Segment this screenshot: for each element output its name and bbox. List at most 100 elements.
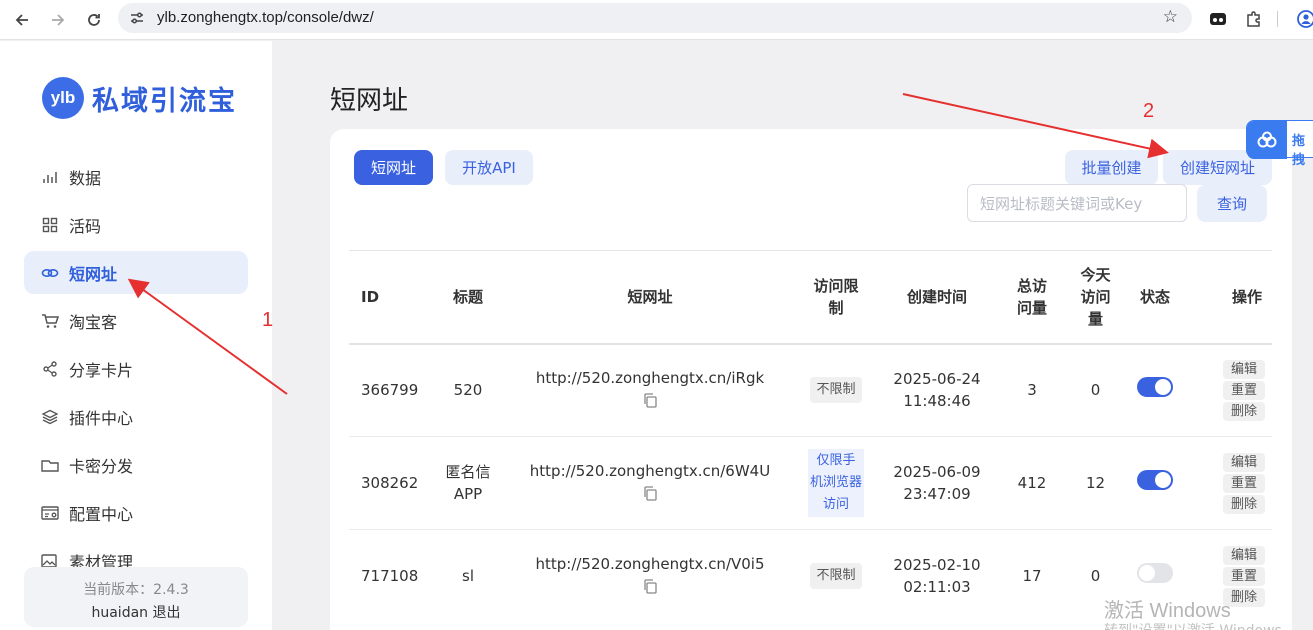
url-text[interactable]: ylb.zonghengtx.top/console/dwz/ bbox=[157, 9, 374, 26]
logo-badge: ylb bbox=[42, 77, 84, 119]
sidebar-item-shorturl[interactable]: 短网址 bbox=[24, 251, 248, 294]
delete-button[interactable]: 删除 bbox=[1223, 494, 1265, 514]
sidebar-item-data[interactable]: 数据 bbox=[24, 155, 248, 198]
version-text: 当前版本：2.4.3 bbox=[83, 582, 189, 598]
browser-toolbar: ylb.zonghengtx.top/console/dwz/ ☆ bbox=[0, 0, 1313, 40]
shorturl-text[interactable]: http://520.zonghengtx.cn/iRgk bbox=[505, 367, 795, 389]
search-input[interactable]: 短网址标题关键词或Key bbox=[967, 184, 1187, 222]
logo[interactable]: ylb 私域引流宝 bbox=[42, 77, 237, 119]
row-status bbox=[1124, 437, 1186, 530]
tab-openapi[interactable]: 开放API bbox=[445, 150, 533, 185]
row-total: 412 bbox=[1017, 474, 1047, 492]
layers-icon bbox=[41, 408, 59, 426]
sidebar-item-config[interactable]: 配置中心 bbox=[24, 491, 248, 534]
row-created: 2025-06-24 11:48:46 bbox=[893, 370, 981, 411]
row-actions: 编辑 重置 删除 bbox=[1186, 344, 1272, 437]
delete-button[interactable]: 删除 bbox=[1223, 401, 1265, 421]
col-id: ID bbox=[361, 287, 380, 306]
table-row: 366799 520 http://520.zonghengtx.cn/iRgk… bbox=[349, 343, 1272, 437]
col-today-visits: 今天 访问量 bbox=[1080, 265, 1111, 328]
row-title: sl bbox=[462, 567, 474, 586]
row-limit: 不限制 bbox=[795, 344, 877, 437]
site-settings-icon[interactable] bbox=[128, 9, 146, 27]
tab-shorturl[interactable]: 短网址 bbox=[354, 150, 433, 185]
table-header-row: ID 标题 短网址 访问限制 创建时间 总访 问量 今天 访问量 状态 操作 bbox=[349, 251, 1272, 344]
profile-icon[interactable] bbox=[1296, 9, 1313, 29]
limit-badge: 不限制 bbox=[810, 563, 862, 590]
annotation-number-1: 1 bbox=[262, 309, 274, 331]
row-total: 17 bbox=[1022, 567, 1042, 586]
user-info: huaidan 退出 bbox=[24, 602, 248, 622]
row-title: 520 bbox=[453, 381, 483, 400]
username: huaidan bbox=[91, 605, 149, 621]
edit-button[interactable]: 编辑 bbox=[1223, 359, 1265, 379]
edit-button[interactable]: 编辑 bbox=[1223, 452, 1265, 472]
col-actions: 操作 bbox=[1231, 287, 1262, 306]
sidebar-item-label: 淘宝客 bbox=[69, 312, 118, 332]
row-shorturl: http://520.zonghengtx.cn/iRgk bbox=[505, 344, 795, 437]
copy-icon[interactable] bbox=[643, 579, 657, 594]
config-icon bbox=[41, 504, 59, 522]
sidebar-item-cardkey[interactable]: 卡密分发 bbox=[24, 443, 248, 486]
sidebar-item-label: 数据 bbox=[69, 168, 102, 188]
float-tab-label: 拖拽 bbox=[1292, 134, 1306, 168]
sidebar-item-label: 卡密分发 bbox=[69, 456, 134, 476]
status-toggle[interactable] bbox=[1137, 470, 1173, 490]
reset-button[interactable]: 重置 bbox=[1223, 380, 1265, 400]
col-shorturl: 短网址 bbox=[627, 287, 673, 306]
row-total: 3 bbox=[1027, 381, 1037, 400]
row-created: 2025-06-09 23:47:09 bbox=[893, 463, 981, 503]
bookmark-star-icon[interactable]: ☆ bbox=[1163, 7, 1178, 27]
table-row: 308262 匿名信 APP http://520.zonghengtx.cn/6… bbox=[349, 436, 1272, 530]
sidebar-item-taobaoke[interactable]: 淘宝客 bbox=[24, 299, 248, 342]
row-today: 12 bbox=[1085, 474, 1106, 492]
copy-icon[interactable] bbox=[643, 485, 657, 501]
page-title: 短网址 bbox=[330, 86, 409, 116]
reload-icon[interactable] bbox=[80, 6, 108, 34]
row-id: 717108 bbox=[361, 567, 419, 586]
row-id: 308262 bbox=[361, 474, 419, 492]
sidebar-item-livecode[interactable]: 活码 bbox=[24, 203, 248, 246]
logout-link[interactable]: 退出 bbox=[153, 605, 181, 621]
sidebar-item-plugins[interactable]: 插件中心 bbox=[24, 395, 248, 438]
sidebar-item-label: 短网址 bbox=[69, 264, 118, 284]
status-toggle[interactable] bbox=[1137, 563, 1173, 584]
row-id: 366799 bbox=[361, 381, 419, 400]
sidebar-item-label: 配置中心 bbox=[69, 504, 134, 524]
divider bbox=[1274, 9, 1280, 29]
copy-icon[interactable] bbox=[643, 393, 657, 408]
row-status bbox=[1124, 344, 1186, 437]
activation-watermark: 激活 Windows bbox=[1104, 600, 1231, 622]
extension-icon[interactable] bbox=[1208, 9, 1228, 29]
card-icon bbox=[41, 456, 59, 474]
reset-button[interactable]: 重置 bbox=[1223, 566, 1265, 586]
edit-button[interactable]: 编辑 bbox=[1223, 545, 1265, 565]
float-side-tab[interactable]: 拖拽 bbox=[1246, 120, 1313, 168]
search-button[interactable]: 查询 bbox=[1197, 185, 1267, 222]
back-arrow-icon[interactable] bbox=[8, 6, 36, 34]
forward-arrow-icon[interactable] bbox=[44, 6, 72, 34]
row-shorturl: http://520.zonghengtx.cn/V0i5 bbox=[505, 530, 795, 623]
limit-badge: 不限制 bbox=[810, 377, 862, 404]
limit-badge: 仅限手 机浏览器 访问 bbox=[807, 449, 864, 517]
sidebar-item-sharecard[interactable]: 分享卡片 bbox=[24, 347, 248, 390]
shorturl-text[interactable]: http://520.zonghengtx.cn/V0i5 bbox=[505, 553, 795, 575]
version-panel: 当前版本：2.4.3 huaidan 退出 bbox=[24, 567, 248, 627]
puzzle-extensions-icon[interactable] bbox=[1244, 9, 1264, 29]
row-today: 0 bbox=[1090, 381, 1101, 400]
address-bar[interactable]: ylb.zonghengtx.top/console/dwz/ ☆ bbox=[118, 3, 1192, 33]
col-title: 标题 bbox=[452, 287, 483, 306]
sidebar: ylb 私域引流宝 数据 活码 短网址 淘宝客 分享卡片 插件中心 卡密分发 配… bbox=[0, 41, 272, 630]
batch-create-button[interactable]: 批量创建 bbox=[1065, 150, 1158, 185]
col-status: 状态 bbox=[1139, 287, 1170, 306]
status-toggle[interactable] bbox=[1137, 377, 1173, 398]
activation-watermark-subtext: 转到"设置"以激活 Windows。 bbox=[1104, 620, 1296, 630]
reset-button[interactable]: 重置 bbox=[1223, 473, 1265, 493]
annotation-number-2: 2 bbox=[1143, 100, 1155, 122]
col-created: 创建时间 bbox=[906, 287, 967, 306]
col-limit: 访问限制 bbox=[813, 276, 859, 317]
row-limit: 不限制 bbox=[795, 530, 877, 623]
grid-icon bbox=[41, 216, 59, 234]
shorturl-table: ID 标题 短网址 访问限制 创建时间 总访 问量 今天 访问量 状态 操作 366… bbox=[349, 250, 1272, 623]
shorturl-text[interactable]: http://520.zonghengtx.cn/6W4U bbox=[505, 460, 795, 482]
